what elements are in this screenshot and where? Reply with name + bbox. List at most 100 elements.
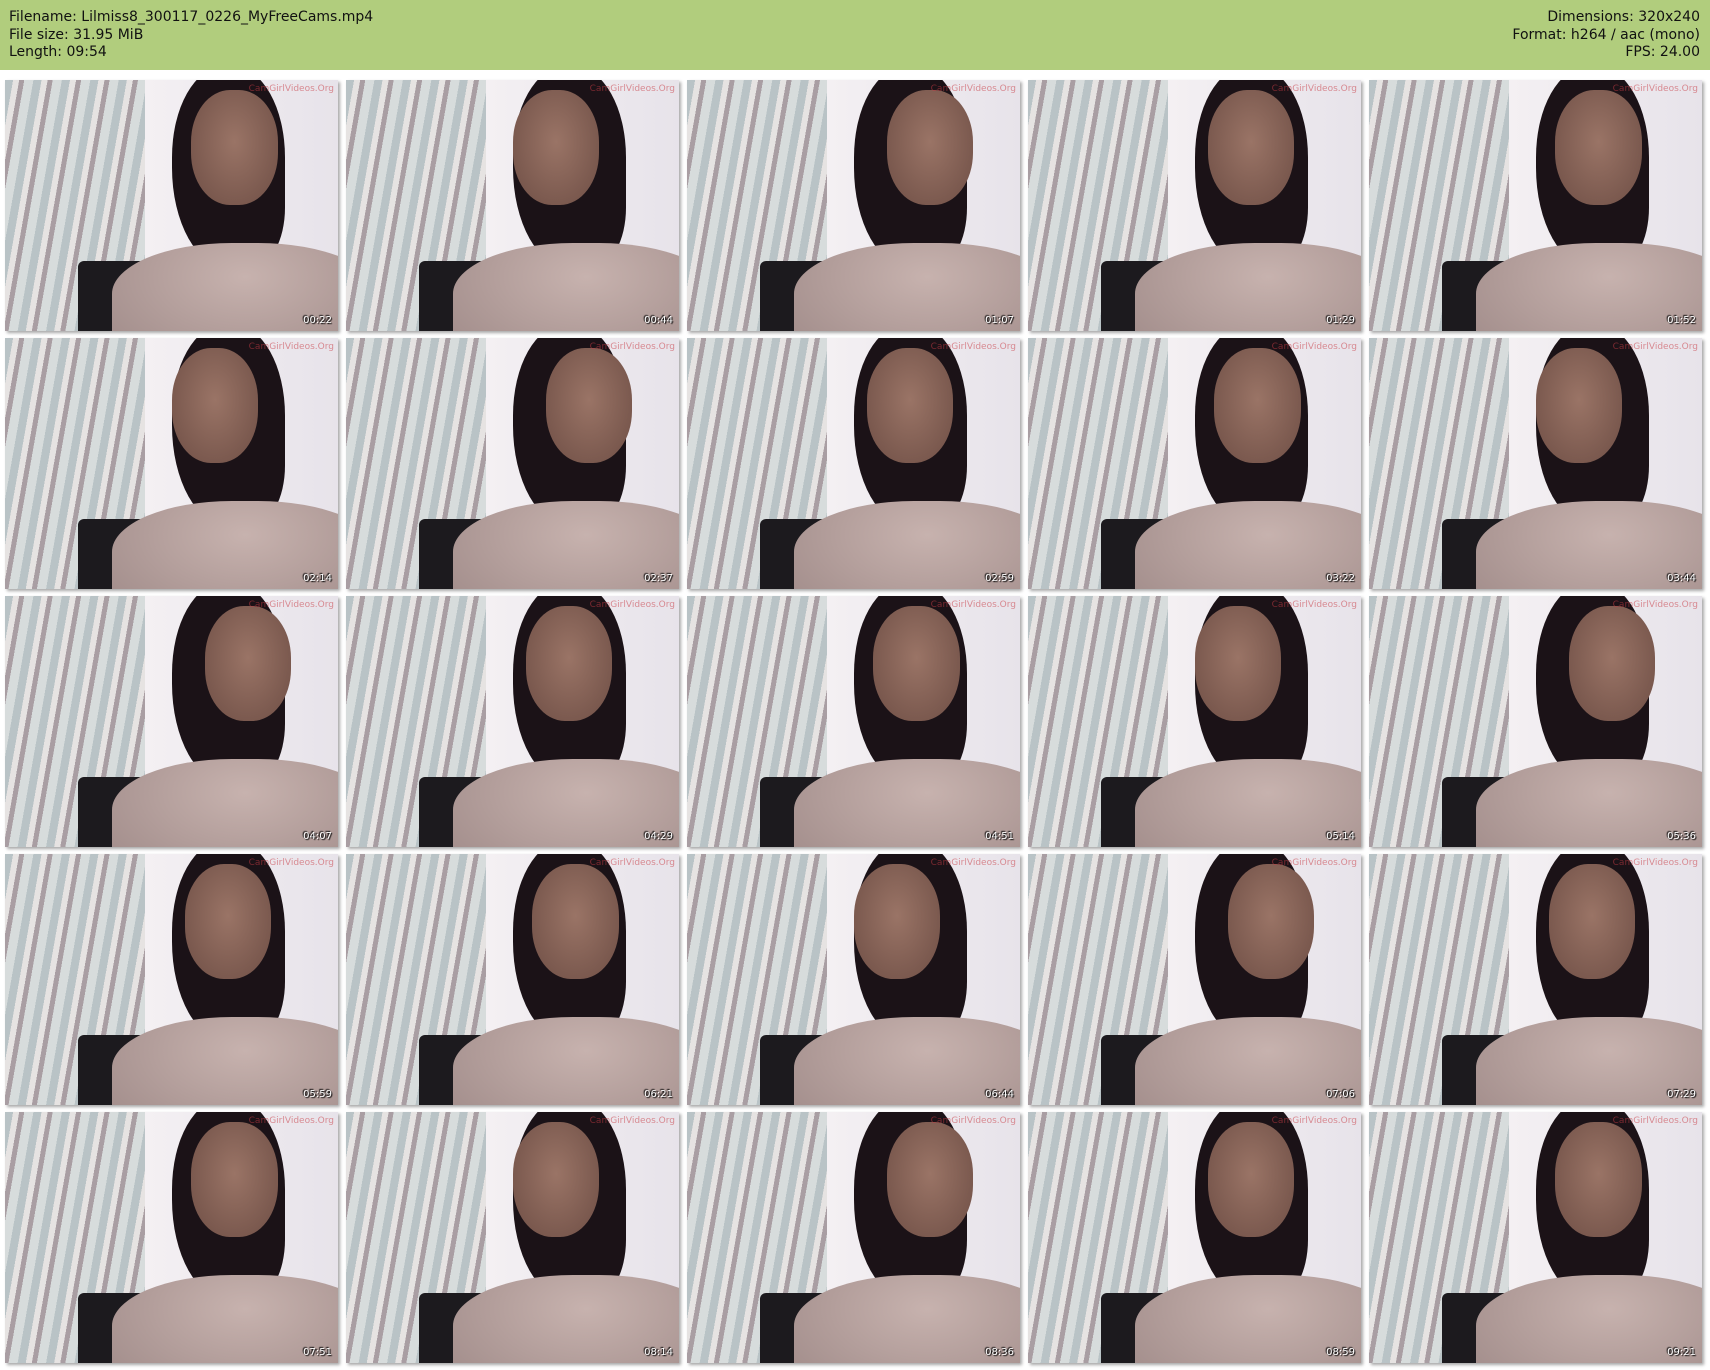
timestamp: 07:51 xyxy=(303,1347,332,1358)
watermark: CamGirlVideos.Org xyxy=(930,342,1016,352)
timestamp: 09:21 xyxy=(1667,1347,1696,1358)
timestamp: 04:29 xyxy=(644,831,673,842)
face xyxy=(1194,606,1282,722)
timestamp: 05:14 xyxy=(1326,831,1355,842)
format: Format: h264 / aac (mono) xyxy=(1512,26,1700,43)
video-thumbnail[interactable]: CamGirlVideos.Org 07:51 xyxy=(5,1112,338,1363)
face xyxy=(853,864,941,980)
timestamp: 02:14 xyxy=(303,573,332,584)
timestamp: 05:36 xyxy=(1667,831,1696,842)
video-thumbnail[interactable]: CamGirlVideos.Org 04:07 xyxy=(5,596,338,847)
watermark: CamGirlVideos.Org xyxy=(1271,84,1357,94)
face xyxy=(866,348,954,464)
video-thumbnail[interactable]: CamGirlVideos.Org 04:51 xyxy=(687,596,1020,847)
face xyxy=(204,606,292,722)
video-thumbnail[interactable]: CamGirlVideos.Org 03:22 xyxy=(1028,338,1361,589)
video-thumbnail[interactable]: CamGirlVideos.Org 08:36 xyxy=(687,1112,1020,1363)
timestamp: 04:07 xyxy=(303,831,332,842)
timestamp: 08:36 xyxy=(985,1347,1014,1358)
watermark: CamGirlVideos.Org xyxy=(1612,600,1698,610)
watermark: CamGirlVideos.Org xyxy=(248,342,334,352)
watermark: CamGirlVideos.Org xyxy=(930,1116,1016,1126)
watermark: CamGirlVideos.Org xyxy=(589,858,675,868)
file-size: File size: 31.95 MiB xyxy=(9,26,144,43)
face xyxy=(1535,348,1623,464)
video-thumbnail[interactable]: CamGirlVideos.Org 02:59 xyxy=(687,338,1020,589)
watermark: CamGirlVideos.Org xyxy=(589,600,675,610)
face xyxy=(1548,864,1636,980)
timestamp: 02:37 xyxy=(644,573,673,584)
timestamp: 02:59 xyxy=(985,573,1014,584)
face xyxy=(184,864,272,980)
video-thumbnail[interactable]: CamGirlVideos.Org 08:59 xyxy=(1028,1112,1361,1363)
face xyxy=(1214,348,1302,464)
file-info-right: Dimensions: 320x240 Format: h264 / aac (… xyxy=(1512,9,1700,62)
video-thumbnail[interactable]: CamGirlVideos.Org 07:29 xyxy=(1369,854,1702,1105)
watermark: CamGirlVideos.Org xyxy=(930,858,1016,868)
timestamp: 01:07 xyxy=(985,315,1014,326)
file-info-left: Filename: Lilmiss8_300117_0226_MyFreeCam… xyxy=(9,9,373,62)
video-thumbnail[interactable]: CamGirlVideos.Org 00:44 xyxy=(346,80,679,331)
watermark: CamGirlVideos.Org xyxy=(248,600,334,610)
timestamp: 08:59 xyxy=(1326,1347,1355,1358)
face xyxy=(886,90,974,206)
watermark: CamGirlVideos.Org xyxy=(1271,600,1357,610)
timestamp: 05:59 xyxy=(303,1089,332,1100)
watermark: CamGirlVideos.Org xyxy=(1612,858,1698,868)
watermark: CamGirlVideos.Org xyxy=(1271,342,1357,352)
watermark: CamGirlVideos.Org xyxy=(589,342,675,352)
dimensions: Dimensions: 320x240 xyxy=(1547,9,1700,25)
video-thumbnail[interactable]: CamGirlVideos.Org 02:14 xyxy=(5,338,338,589)
video-thumbnail[interactable]: CamGirlVideos.Org 05:14 xyxy=(1028,596,1361,847)
length: Length: 09:54 xyxy=(9,44,107,60)
timestamp: 01:29 xyxy=(1326,315,1355,326)
filename: Filename: Lilmiss8_300117_0226_MyFreeCam… xyxy=(9,9,374,25)
face xyxy=(1555,90,1643,206)
timestamp: 04:51 xyxy=(985,831,1014,842)
watermark: CamGirlVideos.Org xyxy=(1612,1116,1698,1126)
timestamp: 01:52 xyxy=(1667,315,1696,326)
video-thumbnail[interactable]: CamGirlVideos.Org 02:37 xyxy=(346,338,679,589)
thumbnail-grid: CamGirlVideos.Org 00:22 CamGirlVideos.Org 0… xyxy=(5,80,1702,1363)
fps: FPS: 24.00 xyxy=(1625,44,1700,60)
watermark: CamGirlVideos.Org xyxy=(1612,84,1698,94)
timestamp: 07:29 xyxy=(1667,1089,1696,1100)
watermark: CamGirlVideos.Org xyxy=(1271,858,1357,868)
timestamp: 06:44 xyxy=(985,1089,1014,1100)
watermark: CamGirlVideos.Org xyxy=(1612,342,1698,352)
video-thumbnail[interactable]: CamGirlVideos.Org 08:14 xyxy=(346,1112,679,1363)
video-thumbnail[interactable]: CamGirlVideos.Org 05:59 xyxy=(5,854,338,1105)
watermark: CamGirlVideos.Org xyxy=(248,84,334,94)
watermark: CamGirlVideos.Org xyxy=(930,600,1016,610)
timestamp: 03:22 xyxy=(1326,573,1355,584)
video-thumbnail[interactable]: CamGirlVideos.Org 07:06 xyxy=(1028,854,1361,1105)
face xyxy=(545,348,633,464)
face xyxy=(512,90,600,206)
watermark: CamGirlVideos.Org xyxy=(589,1116,675,1126)
face xyxy=(1207,1122,1295,1238)
face xyxy=(886,1122,974,1238)
video-thumbnail[interactable]: CamGirlVideos.Org 01:07 xyxy=(687,80,1020,331)
video-thumbnail[interactable]: CamGirlVideos.Org 06:44 xyxy=(687,854,1020,1105)
watermark: CamGirlVideos.Org xyxy=(589,84,675,94)
video-thumbnail[interactable]: CamGirlVideos.Org 01:29 xyxy=(1028,80,1361,331)
timestamp: 06:21 xyxy=(644,1089,673,1100)
video-thumbnail[interactable]: CamGirlVideos.Org 00:22 xyxy=(5,80,338,331)
timestamp: 00:44 xyxy=(644,315,673,326)
face xyxy=(1227,864,1315,980)
video-thumbnail[interactable]: CamGirlVideos.Org 05:36 xyxy=(1369,596,1702,847)
face xyxy=(525,606,613,722)
video-thumbnail[interactable]: CamGirlVideos.Org 06:21 xyxy=(346,854,679,1105)
timestamp: 00:22 xyxy=(303,315,332,326)
video-thumbnail[interactable]: CamGirlVideos.Org 03:44 xyxy=(1369,338,1702,589)
face xyxy=(1568,606,1656,722)
face xyxy=(873,606,961,722)
timestamp: 08:14 xyxy=(644,1347,673,1358)
video-thumbnail[interactable]: CamGirlVideos.Org 09:21 xyxy=(1369,1112,1702,1363)
face xyxy=(191,90,279,206)
face xyxy=(1207,90,1295,206)
video-thumbnail[interactable]: CamGirlVideos.Org 04:29 xyxy=(346,596,679,847)
video-thumbnail[interactable]: CamGirlVideos.Org 01:52 xyxy=(1369,80,1702,331)
face xyxy=(191,1122,279,1238)
face xyxy=(1555,1122,1643,1238)
